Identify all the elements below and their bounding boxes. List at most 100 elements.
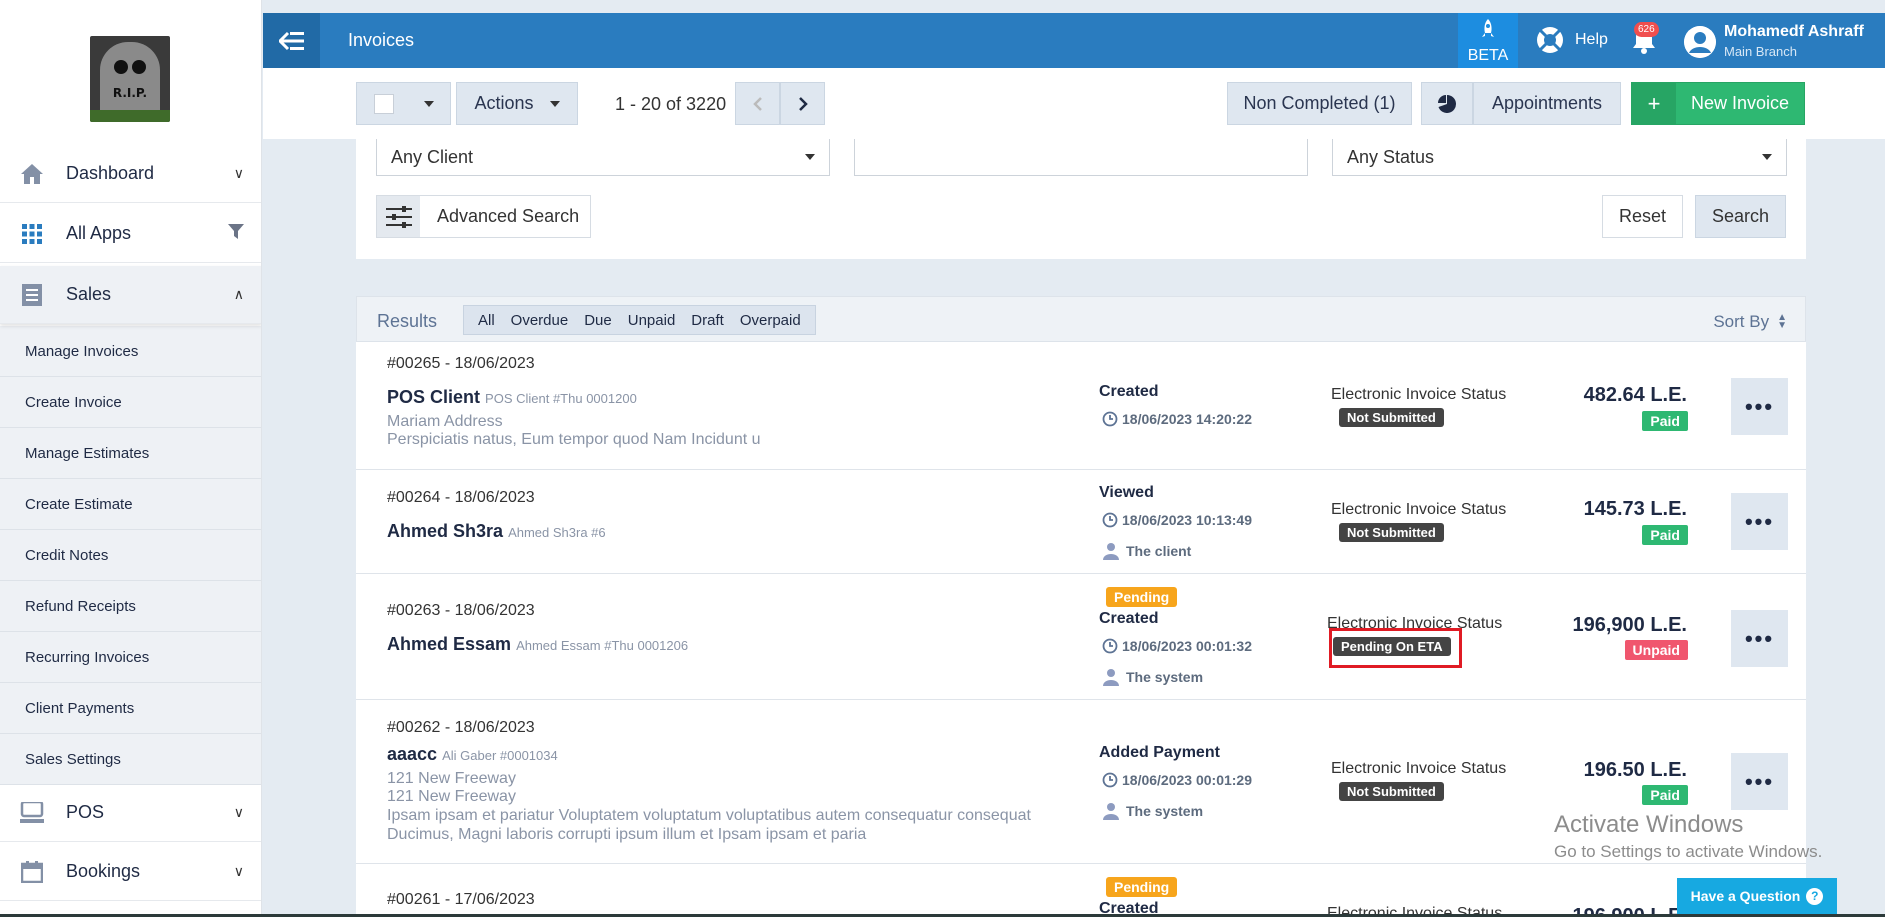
sales-submenu: Manage Invoices Create Invoice Manage Es… bbox=[0, 326, 261, 785]
nav-bookings[interactable]: Bookings ∨ bbox=[0, 843, 261, 901]
actions-dropdown[interactable]: Actions bbox=[456, 82, 578, 125]
invoice-amount: 482.64 L.E. bbox=[1583, 384, 1687, 406]
status-select[interactable]: Any Status bbox=[1332, 139, 1787, 176]
advanced-search-button[interactable]: Advanced Search bbox=[376, 195, 591, 238]
client-sub: POS Client #Thu 0001200 bbox=[485, 391, 637, 406]
receipt-icon bbox=[20, 283, 44, 307]
top-bar: Invoices BETA Help 626 Mohamedf Ashraff … bbox=[263, 13, 1885, 68]
submenu-client-payments[interactable]: Client Payments bbox=[0, 683, 261, 734]
user-icon bbox=[1103, 669, 1119, 686]
invoice-number[interactable]: #00265 - 18/06/2023 bbox=[387, 355, 535, 373]
sort-by-dropdown[interactable]: Sort By ▲ ▼ bbox=[1713, 312, 1787, 332]
search-text-input[interactable] bbox=[854, 139, 1308, 176]
action-time: 18/06/2023 14:20:22 bbox=[1102, 411, 1252, 427]
submenu-manage-estimates[interactable]: Manage Estimates bbox=[0, 428, 261, 479]
help-button[interactable]: Help bbox=[1535, 25, 1608, 55]
last-action: Created bbox=[1099, 383, 1159, 400]
caret-down-icon bbox=[1762, 154, 1772, 160]
question-icon: ? bbox=[1806, 887, 1824, 905]
reset-button[interactable]: Reset bbox=[1602, 195, 1683, 238]
nav-all-apps-label: All Apps bbox=[66, 223, 132, 243]
filter-due[interactable]: Due bbox=[576, 312, 620, 329]
filter-all[interactable]: All bbox=[470, 312, 503, 329]
invoice-number[interactable]: #00261 - 17/06/2023 bbox=[387, 891, 535, 909]
select-all-dropdown[interactable] bbox=[356, 82, 451, 125]
action-time: 18/06/2023 10:13:49 bbox=[1102, 512, 1252, 528]
notification-count-badge: 626 bbox=[1634, 22, 1659, 37]
invoice-number[interactable]: #00262 - 18/06/2023 bbox=[387, 719, 535, 737]
pending-badge: Pending bbox=[1106, 587, 1178, 607]
next-page-button[interactable] bbox=[780, 82, 825, 125]
row-more-button[interactable]: ••• bbox=[1731, 493, 1788, 550]
filter-overpaid[interactable]: Overpaid bbox=[732, 312, 809, 329]
client-select[interactable]: Any Client bbox=[376, 139, 830, 176]
row-more-button[interactable]: ••• bbox=[1731, 753, 1788, 810]
toolbar: Actions 1 - 20 of 3220 Non Completed (1)… bbox=[263, 68, 1885, 139]
submenu-manage-invoices[interactable]: Manage Invoices bbox=[0, 326, 261, 377]
annotation-highlight-box bbox=[1329, 628, 1462, 668]
filter-overdue[interactable]: Overdue bbox=[503, 312, 577, 329]
invoice-row[interactable]: #00265 - 18/06/2023 POS Client POS Clien… bbox=[356, 342, 1806, 470]
payment-status-badge: Unpaid bbox=[1624, 640, 1688, 660]
client-address-line3: Ipsam ipsam et pariatur Voluptatem volup… bbox=[387, 807, 1031, 824]
nav-pos[interactable]: POS ∨ bbox=[0, 784, 261, 842]
client-name[interactable]: POS Client POS Client #Thu 0001200 bbox=[387, 387, 637, 408]
invoice-row[interactable]: #00261 - 17/06/2023 Pending Created Elec… bbox=[356, 864, 1806, 917]
invoice-number[interactable]: #00263 - 18/06/2023 bbox=[387, 602, 535, 620]
client-name[interactable]: Ahmed Essam Ahmed Essam #Thu 0001206 bbox=[387, 634, 688, 655]
nav-dashboard[interactable]: Dashboard ∨ bbox=[0, 145, 261, 203]
submenu-recurring-invoices[interactable]: Recurring Invoices bbox=[0, 632, 261, 683]
eis-status-badge: Not Submitted bbox=[1339, 782, 1444, 801]
client-name[interactable]: Ahmed Sh3ra Ahmed Sh3ra #6 bbox=[387, 521, 606, 542]
user-branch: Main Branch bbox=[1724, 44, 1797, 59]
have-a-question-button[interactable]: Have a Question ? bbox=[1677, 878, 1837, 914]
nav-sales[interactable]: Sales ∧ bbox=[0, 266, 261, 324]
invoice-row[interactable]: #00263 - 18/06/2023 Ahmed Essam Ahmed Es… bbox=[356, 574, 1806, 700]
appointments-button[interactable]: Appointments bbox=[1473, 82, 1621, 125]
row-more-button[interactable]: ••• bbox=[1731, 378, 1788, 435]
filter-draft[interactable]: Draft bbox=[683, 312, 732, 329]
eis-status-badge: Not Submitted bbox=[1339, 408, 1444, 427]
user-avatar-icon[interactable] bbox=[1684, 26, 1716, 58]
submenu-credit-notes[interactable]: Credit Notes bbox=[0, 530, 261, 581]
collapse-sidebar-button[interactable] bbox=[263, 13, 320, 68]
client-address-line4: Ducimus, Magni laboris corrupti ipsum il… bbox=[387, 826, 867, 843]
lifebuoy-icon bbox=[1537, 27, 1563, 53]
submenu-refund-receipts[interactable]: Refund Receipts bbox=[0, 581, 261, 632]
submenu-create-estimate[interactable]: Create Estimate bbox=[0, 479, 261, 530]
non-completed-button[interactable]: Non Completed (1) bbox=[1227, 82, 1412, 125]
chevron-down-icon: ∨ bbox=[233, 804, 244, 820]
nav-all-apps[interactable]: All Apps bbox=[0, 205, 261, 263]
pos-icon bbox=[20, 801, 44, 825]
nav-dashboard-label: Dashboard bbox=[66, 163, 155, 183]
prev-page-button[interactable] bbox=[735, 82, 780, 125]
sliders-icon bbox=[377, 196, 420, 237]
action-time: 18/06/2023 00:01:29 bbox=[1102, 772, 1252, 788]
chevron-left-icon bbox=[752, 96, 762, 111]
actions-label: Actions bbox=[474, 93, 534, 113]
company-logo[interactable]: R.I.P. bbox=[90, 36, 170, 122]
filter-icon[interactable] bbox=[228, 224, 244, 243]
advanced-search-label: Advanced Search bbox=[437, 206, 580, 226]
beta-button[interactable]: BETA bbox=[1458, 13, 1518, 68]
search-button[interactable]: Search bbox=[1695, 195, 1786, 238]
client-name[interactable]: aaacc Ali Gaber #0001034 bbox=[387, 744, 558, 765]
user-name[interactable]: Mohamedf Ashraff bbox=[1724, 23, 1864, 41]
pie-chart-button[interactable] bbox=[1421, 82, 1473, 125]
submenu-sales-settings[interactable]: Sales Settings bbox=[0, 734, 261, 785]
action-by: The client bbox=[1102, 542, 1191, 560]
invoice-row[interactable]: #00264 - 18/06/2023 Ahmed Sh3ra Ahmed Sh… bbox=[356, 470, 1806, 574]
action-by: The system bbox=[1102, 668, 1203, 686]
payment-status-badge: Paid bbox=[1642, 411, 1688, 431]
client-sub: Ali Gaber #0001034 bbox=[442, 748, 558, 763]
submenu-create-invoice[interactable]: Create Invoice bbox=[0, 377, 261, 428]
sort-icon: ▲ ▼ bbox=[1777, 312, 1787, 331]
select-all-checkbox[interactable] bbox=[373, 93, 394, 114]
pending-badge: Pending bbox=[1106, 877, 1178, 897]
status-select-value: Any Status bbox=[1347, 146, 1435, 167]
row-more-button[interactable]: ••• bbox=[1731, 610, 1788, 667]
invoice-number[interactable]: #00264 - 18/06/2023 bbox=[387, 489, 535, 507]
eis-label: Electronic Invoice Status bbox=[1331, 760, 1507, 777]
filter-unpaid[interactable]: Unpaid bbox=[620, 312, 684, 329]
new-invoice-button[interactable]: + New Invoice bbox=[1631, 82, 1805, 125]
